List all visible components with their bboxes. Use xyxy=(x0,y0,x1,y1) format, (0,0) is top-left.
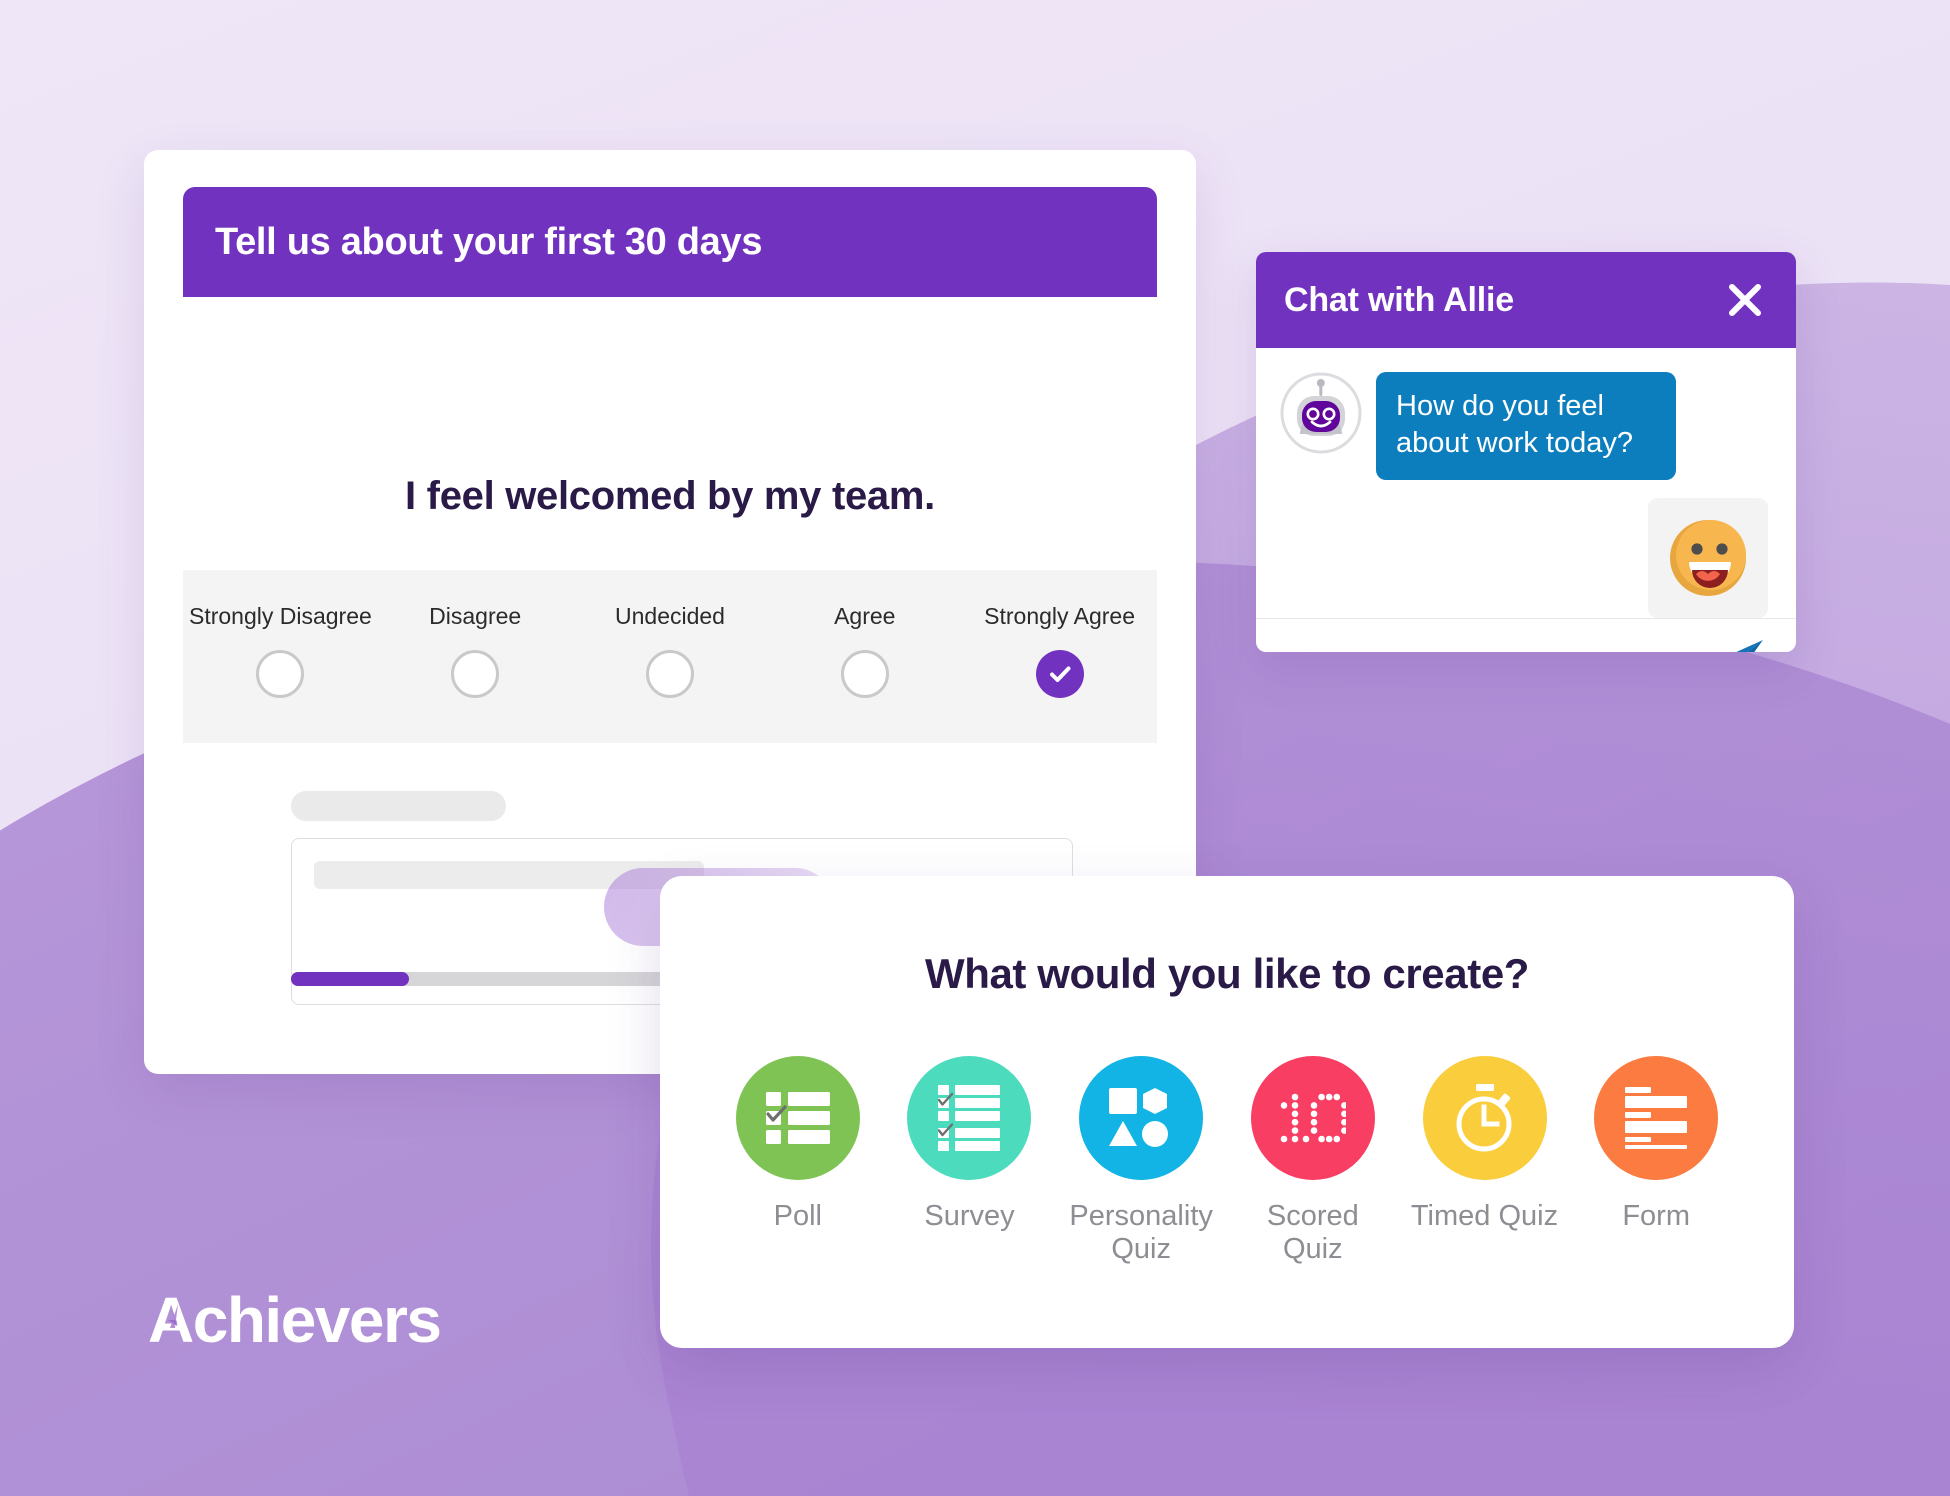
chat-input-bar[interactable]: Message xyxy=(1256,618,1796,652)
likert-radio-selected[interactable] xyxy=(1035,650,1084,698)
likert-radio[interactable] xyxy=(451,650,500,698)
likert-option-label: Disagree xyxy=(429,603,522,629)
likert-option-label: Undecided xyxy=(615,603,725,629)
close-icon[interactable] xyxy=(1724,279,1766,321)
stopwatch-icon[interactable] xyxy=(1422,1056,1547,1180)
create-option-label: Form xyxy=(1622,1200,1691,1232)
likert-option-label: Strongly Disagree xyxy=(188,603,372,629)
create-option-personality-quiz[interactable]: Personality Quiz xyxy=(1055,1056,1227,1267)
create-card: What would you like to create? Poll Surve… xyxy=(660,876,1794,1348)
grinning-emoji-icon xyxy=(1648,498,1768,619)
likert-option[interactable]: Undecided xyxy=(573,603,768,698)
likert-option[interactable]: Disagree xyxy=(378,603,573,698)
message-input[interactable]: Message xyxy=(1288,645,1414,652)
create-card-title: What would you like to create? xyxy=(924,950,1530,997)
bot-avatar-icon xyxy=(1280,372,1362,454)
likert-option[interactable]: Strongly Agree xyxy=(962,603,1157,698)
create-option-poll[interactable]: Poll xyxy=(712,1056,884,1267)
chat-header: Chat with Allie xyxy=(1256,252,1796,348)
survey-header-banner: Tell us about your first 30 days xyxy=(183,187,1157,297)
chat-widget: Chat with Allie How do you feel about wo… xyxy=(1256,252,1796,652)
survey-header-title: Tell us about your first 30 days xyxy=(215,220,763,263)
create-option-label: Personality Quiz xyxy=(1069,1200,1213,1266)
create-options-row: Poll Survey Personality Quiz Scored Quiz Tim… xyxy=(660,1056,1794,1267)
likert-scale-row: Strongly Disagree Disagree Undecided Agree S… xyxy=(183,570,1157,743)
checklist-icon[interactable] xyxy=(735,1056,860,1180)
likert-option[interactable]: Agree xyxy=(767,603,962,698)
create-option-scored-quiz[interactable]: Scored Quiz xyxy=(1227,1056,1399,1267)
create-option-label: Scored Quiz xyxy=(1266,1200,1359,1266)
dot-matrix-ten-icon[interactable] xyxy=(1250,1056,1375,1180)
skeleton-label-placeholder xyxy=(291,791,506,821)
create-option-label: Survey xyxy=(924,1200,1015,1232)
likert-option[interactable]: Strongly Disagree xyxy=(183,603,378,698)
create-option-survey[interactable]: Survey xyxy=(884,1056,1056,1267)
chat-message-list: How do you feel about work today? xyxy=(1256,348,1796,619)
achievers-logo: Achievers xyxy=(148,1284,478,1358)
survey-question-text: I feel welcomed by my team. xyxy=(405,474,935,518)
chat-title: Chat with Allie xyxy=(1284,280,1514,319)
likert-option-label: Strongly Agree xyxy=(984,603,1136,629)
chat-message-bot: How do you feel about work today? xyxy=(1280,372,1772,481)
check-icon xyxy=(1049,666,1071,682)
likert-radio[interactable] xyxy=(840,650,889,698)
chat-message-user xyxy=(1280,498,1772,619)
form-rows-icon[interactable] xyxy=(1594,1056,1719,1180)
likert-option-label: Agree xyxy=(834,603,896,629)
likert-radio[interactable] xyxy=(645,650,694,698)
survey-progress-fill xyxy=(291,972,409,986)
shapes-icon[interactable] xyxy=(1079,1056,1204,1180)
double-checklist-icon[interactable] xyxy=(907,1056,1032,1180)
send-paper-plane-icon[interactable] xyxy=(1708,637,1766,652)
page-root: Tell us about your first 30 days I feel … xyxy=(0,0,1950,1496)
create-option-timed-quiz[interactable]: Timed Quiz xyxy=(1399,1056,1571,1267)
chat-bubble-bot-text: How do you feel about work today? xyxy=(1376,372,1676,481)
create-option-label: Poll xyxy=(773,1200,822,1232)
create-option-form[interactable]: Form xyxy=(1570,1056,1742,1267)
likert-radio[interactable] xyxy=(256,650,305,698)
create-option-label: Timed Quiz xyxy=(1410,1200,1559,1232)
